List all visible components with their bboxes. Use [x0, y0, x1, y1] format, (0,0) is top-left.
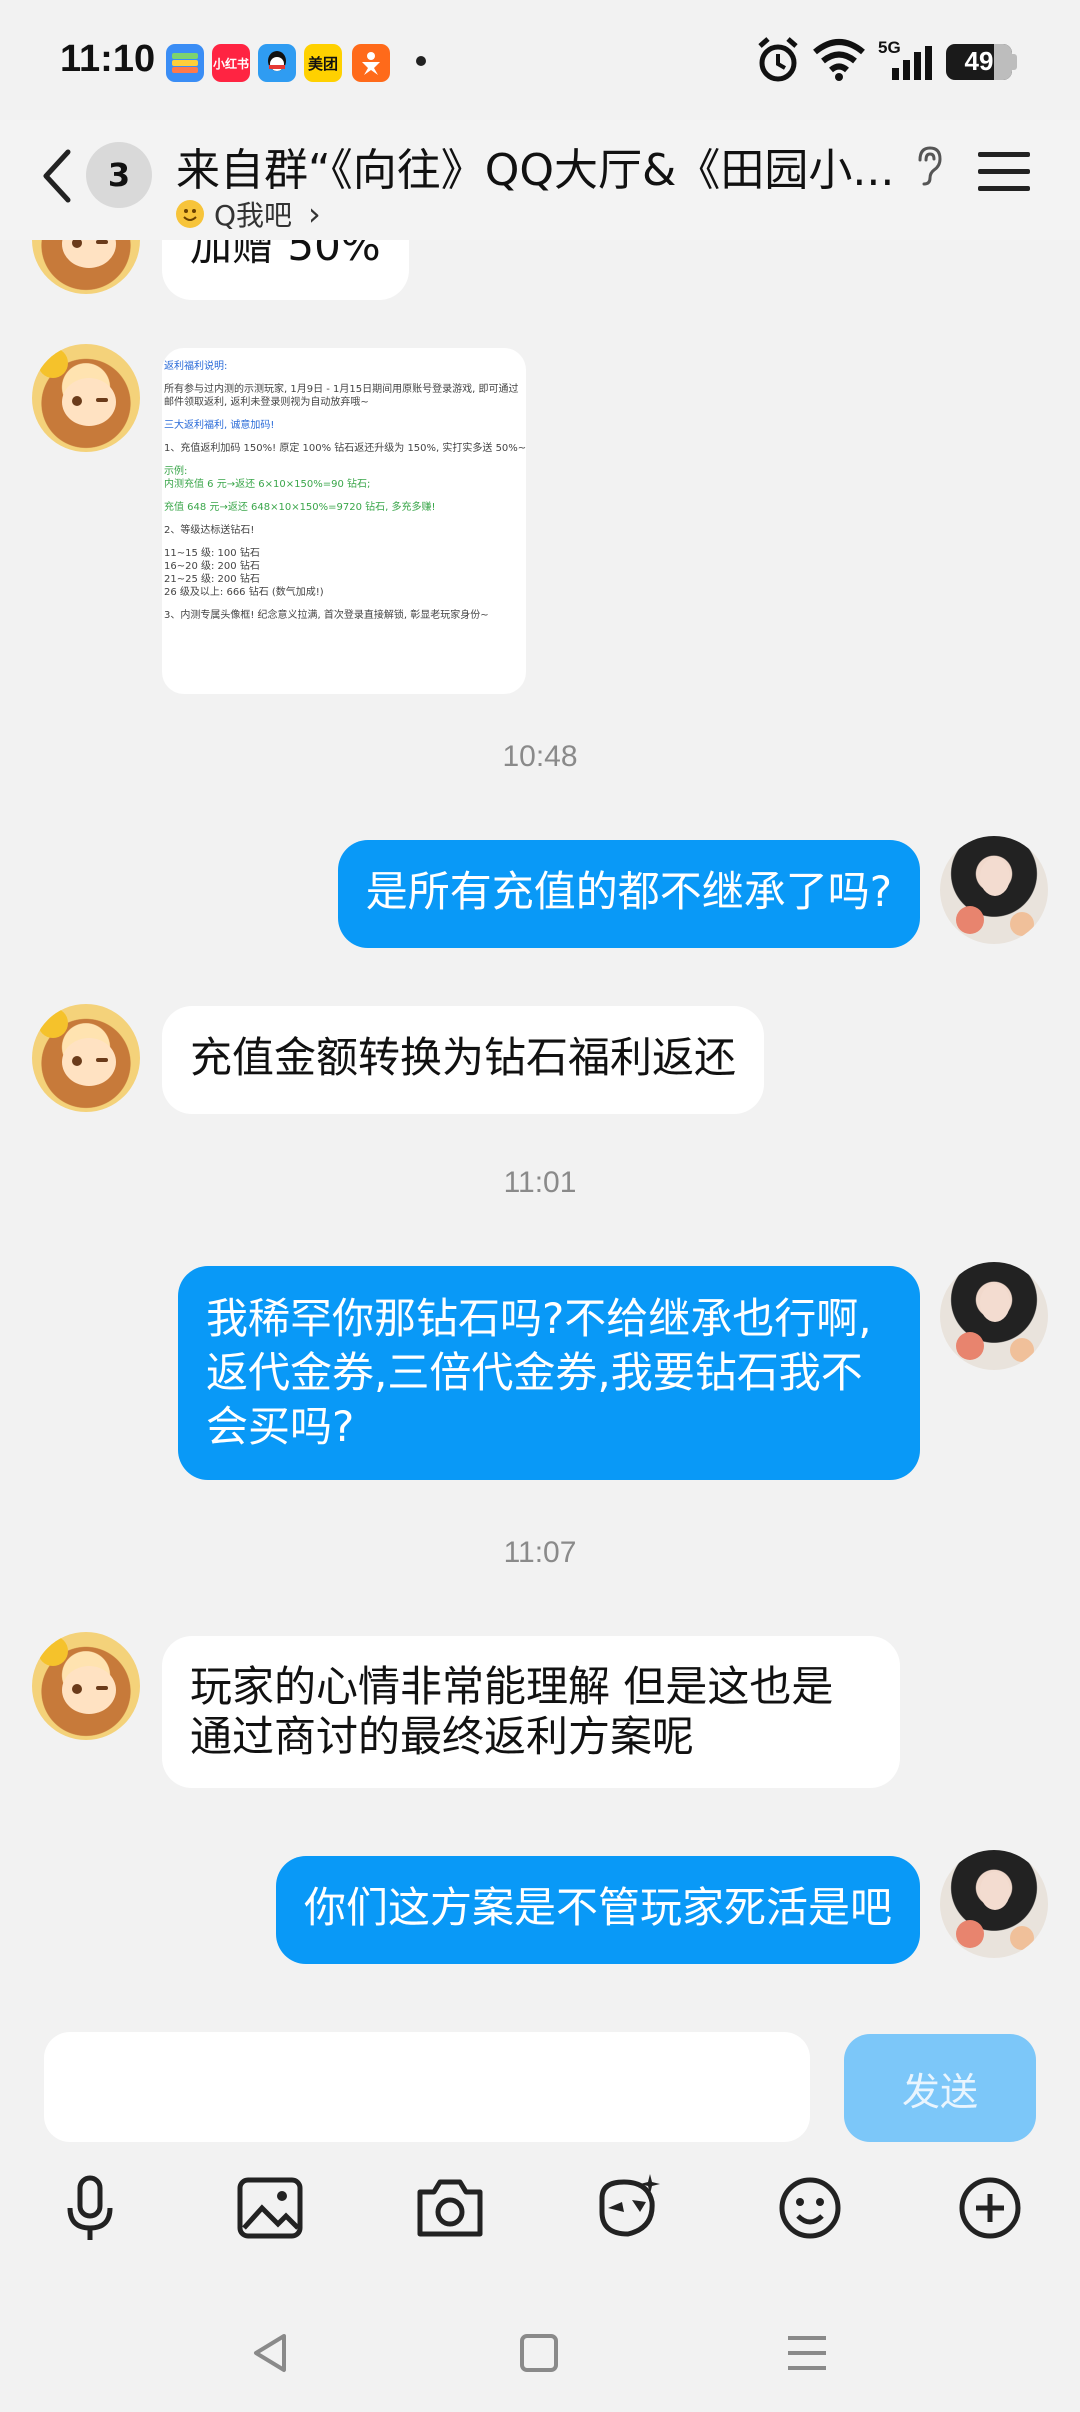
subtitle-label: Q我吧: [214, 199, 293, 232]
image-line: 3、内测专属头像框! 纪念意义拉满, 首次登录直接解锁, 彰显老玩家身份~: [164, 610, 489, 621]
nav-recents-icon[interactable]: [782, 2328, 832, 2378]
image-line: 所有参与过内测的示测玩家, 1月9日 - 1月15日期间用原账号登录游戏, 即可…: [164, 384, 519, 395]
avatar[interactable]: [940, 1262, 1048, 1370]
image-line: 26 级及以上: 666 钻石 (数气加成!): [164, 587, 324, 598]
qq-app-icon: [258, 44, 296, 82]
nav-home-icon[interactable]: [514, 2328, 564, 2378]
sticker-icon[interactable]: [588, 2168, 668, 2248]
status-bar: 11:10 小红书 美团 5G 49: [0, 0, 1080, 120]
input-toolbar: [0, 2168, 1080, 2288]
alarm-icon: [758, 37, 798, 82]
message-bubble[interactable]: 充值金额转换为钻石福利返还: [162, 1006, 765, 1114]
unread-count-badge[interactable]: 3: [86, 142, 152, 208]
avatar[interactable]: [940, 1850, 1048, 1958]
image-line: 2、等级达标送钻石!: [164, 525, 255, 536]
emoji-icon[interactable]: [770, 2168, 850, 2248]
avatar[interactable]: [32, 1004, 140, 1112]
avatar[interactable]: [32, 240, 140, 294]
plus-icon[interactable]: [950, 2168, 1030, 2248]
taobao-app-icon: [352, 44, 390, 82]
wallet-app-icon: [166, 44, 204, 82]
xiaohongshu-app-icon: 小红书: [212, 44, 250, 82]
nav-back-icon[interactable]: [246, 2328, 296, 2378]
image-line: 示例:: [164, 466, 188, 477]
image-line: 21~25 级: 200 钻石: [164, 574, 260, 585]
signal-icon: [892, 46, 932, 80]
chat-subtitle[interactable]: Q我吧 ›: [176, 194, 321, 234]
back-arrow-icon[interactable]: [36, 146, 76, 206]
avatar[interactable]: [32, 1632, 140, 1740]
message-input[interactable]: [44, 2032, 810, 2142]
message-bubble[interactable]: 我稀罕你那钻石吗?不给继承也行啊,返代金券,三倍代金券,我要钻石我不会买吗?: [178, 1266, 920, 1480]
send-button[interactable]: 发送: [844, 2034, 1036, 2142]
meituan-app-icon: 美团: [304, 44, 342, 82]
image-line: 充值 648 元→返还 648×10×150%=9720 钻石, 多充多赚!: [164, 502, 436, 513]
message-bubble[interactable]: 加赠 50%: [162, 240, 409, 300]
avatar[interactable]: [32, 344, 140, 452]
battery-icon: 49: [946, 44, 1012, 80]
image-line: 16~20 级: 200 钻石: [164, 561, 260, 572]
smile-icon: [176, 200, 204, 228]
input-bar: 发送: [0, 2018, 1080, 2168]
image-line: 1、充值返利加码 150%! 原定 100% 钻石返还升级为 150%, 实打实…: [164, 443, 526, 454]
image-line: 返利福利说明:: [164, 361, 228, 372]
camera-icon[interactable]: [410, 2168, 490, 2248]
ear-icon[interactable]: [912, 144, 948, 188]
status-time: 11:10: [60, 38, 156, 80]
image-line: 11~15 级: 100 钻石: [164, 548, 260, 559]
wifi-icon: [813, 39, 865, 81]
timestamp: 10:48: [502, 740, 578, 773]
image-line: 内测充值 6 元→返还 6×10×150%=90 钻石;: [164, 479, 371, 490]
chevron-right-icon: ›: [308, 195, 321, 233]
notification-dot-icon: [416, 56, 426, 66]
chat-header: 3 来自群“《向往》QQ大厅&《田园小... Q我吧 ›: [0, 120, 1080, 240]
menu-icon[interactable]: [978, 150, 1030, 194]
image-line: 三大返利福利, 诚意加码!: [164, 420, 275, 431]
image-message[interactable]: 返利福利说明: 所有参与过内测的示测玩家, 1月9日 - 1月15日期间用原账号…: [162, 348, 526, 694]
chat-title[interactable]: 来自群“《向往》QQ大厅&《田园小...: [176, 134, 906, 198]
timestamp: 11:01: [503, 1166, 577, 1199]
timestamp: 11:07: [503, 1536, 577, 1569]
mic-icon[interactable]: [50, 2168, 130, 2248]
avatar[interactable]: [940, 836, 1048, 944]
image-line: 邮件领取返利, 返利未登录则视为自动放弃哦~: [164, 397, 369, 408]
battery-level: 49: [964, 46, 994, 76]
message-list[interactable]: 加赠 50% 返利福利说明: 所有参与过内测的示测玩家, 1月9日 - 1月15…: [0, 240, 1080, 2020]
gallery-icon[interactable]: [230, 2168, 310, 2248]
message-bubble[interactable]: 你们这方案是不管玩家死活是吧: [275, 1856, 920, 1964]
system-nav-bar: [0, 2288, 1080, 2412]
message-bubble[interactable]: 是所有充值的都不继承了吗?: [337, 840, 920, 948]
message-bubble[interactable]: 玩家的心情非常能理解 但是这也是通过商讨的最终返利方案呢: [162, 1636, 900, 1788]
